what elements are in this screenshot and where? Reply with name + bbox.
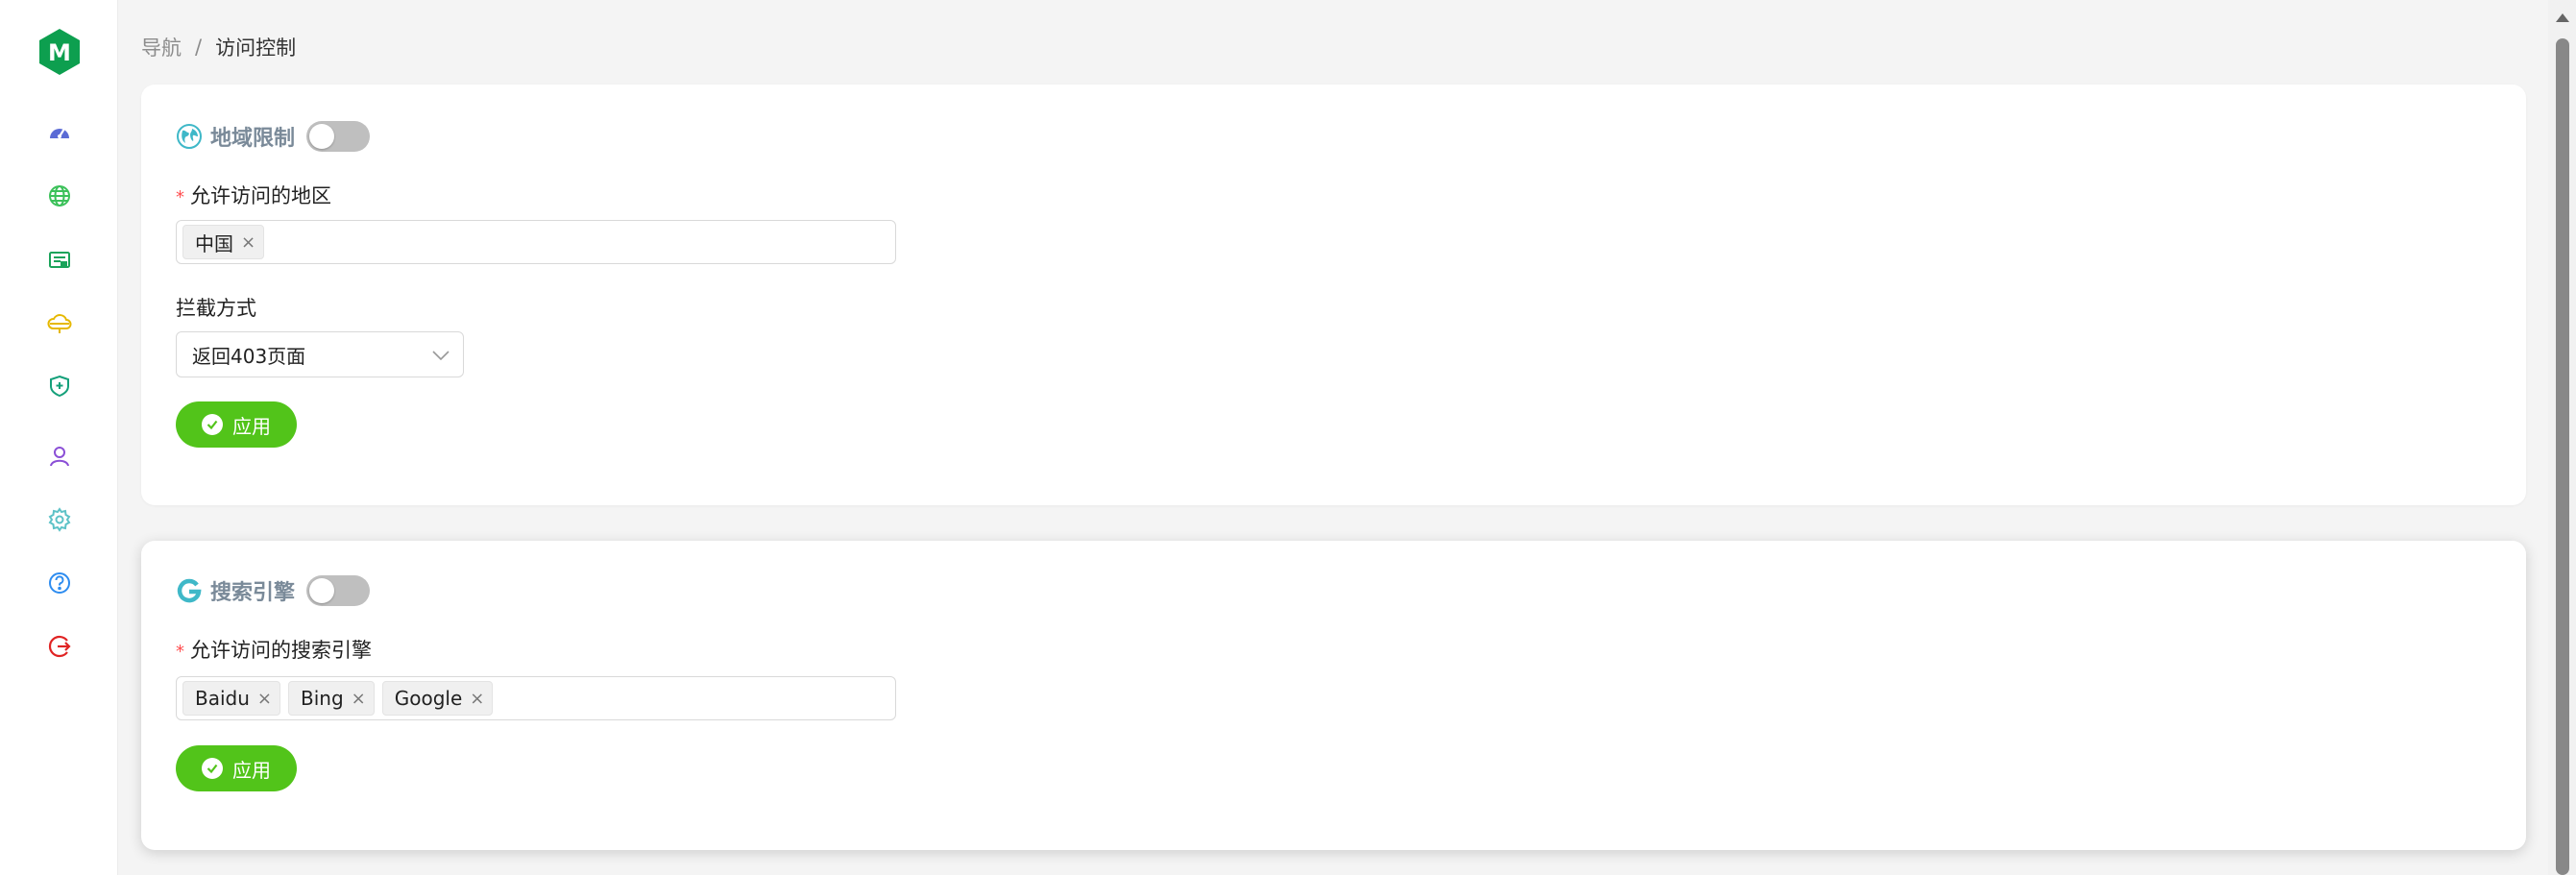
check-circle-icon [202, 758, 223, 779]
close-icon[interactable]: × [257, 689, 272, 709]
breadcrumb: 导航 / 访问控制 [141, 33, 296, 61]
close-icon[interactable]: × [352, 689, 366, 709]
search-section-title: 搜索引擎 [210, 581, 296, 605]
scroll-thumb[interactable] [2556, 38, 2569, 875]
toggle-knob [309, 578, 335, 603]
geo-section-header: 地域限制 [176, 121, 371, 152]
allowed-regions-select[interactable]: 中国 × [176, 220, 896, 264]
close-icon[interactable]: × [470, 689, 484, 709]
user-icon[interactable] [43, 440, 76, 473]
required-asterisk: * [176, 187, 184, 207]
vertical-scrollbar[interactable] [2548, 0, 2576, 875]
main-content: 导航 / 访问控制 地域限制 * 允许访问的地区 中国 × 拦截方式 返回403… [118, 0, 2548, 875]
toggle-knob [309, 124, 335, 149]
breadcrumb-current: 访问控制 [215, 36, 297, 60]
engine-tag: Bing × [288, 681, 375, 716]
allowed-engines-select[interactable]: Baidu × Bing × Google × [176, 676, 896, 720]
geo-section-title: 地域限制 [210, 127, 296, 151]
svg-text:M: M [48, 39, 71, 66]
allowed-regions-label: * 允许访问的地区 [176, 184, 331, 207]
website-list-icon[interactable] [43, 244, 76, 277]
geo-apply-button[interactable]: 应用 [176, 401, 297, 448]
earth-icon [176, 123, 203, 150]
search-engine-toggle[interactable] [306, 575, 371, 606]
block-mode-label: 拦截方式 [176, 297, 256, 320]
block-mode-value: 返回403页面 [192, 344, 306, 368]
engine-tag: Google × [381, 681, 494, 716]
engine-tag: Baidu × [182, 681, 280, 716]
search-section-header: 搜索引擎 [176, 575, 371, 606]
google-g-icon [176, 577, 203, 604]
globe-icon[interactable] [43, 180, 76, 212]
required-asterisk: * [176, 642, 184, 662]
block-mode-select[interactable]: 返回403页面 [176, 331, 464, 377]
logout-icon[interactable] [43, 630, 76, 663]
search-apply-button[interactable]: 应用 [176, 745, 297, 791]
region-tag: 中国 × [182, 225, 265, 259]
breadcrumb-separator: / [195, 36, 203, 59]
scroll-up-arrow-icon[interactable] [2556, 13, 2569, 22]
app-logo[interactable]: M [36, 27, 83, 77]
gear-icon[interactable] [43, 503, 76, 536]
geo-restriction-toggle[interactable] [306, 121, 371, 152]
shield-plus-icon[interactable] [43, 370, 76, 402]
close-icon[interactable]: × [241, 232, 255, 253]
cloud-shield-icon[interactable] [43, 307, 76, 340]
check-circle-icon [202, 414, 223, 435]
help-icon[interactable] [43, 567, 76, 599]
sidebar: M [0, 0, 118, 875]
geo-restriction-card: 地域限制 * 允许访问的地区 中国 × 拦截方式 返回403页面 应用 [141, 85, 2526, 505]
allowed-engines-label: * 允许访问的搜索引擎 [176, 639, 372, 662]
chevron-down-icon [432, 343, 450, 366]
search-engine-card: 搜索引擎 *允许访问的搜索引擎 Baidu × Bing × Google × [141, 541, 2526, 850]
breadcrumb-root[interactable]: 导航 [141, 33, 182, 61]
dashboard-icon[interactable] [43, 117, 76, 150]
